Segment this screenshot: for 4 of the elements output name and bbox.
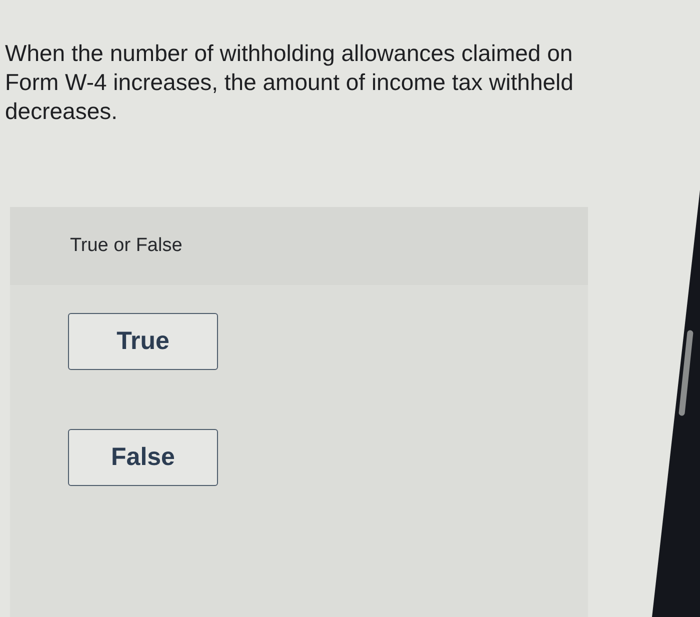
answer-option-button[interactable]: False: [68, 429, 218, 486]
question-text: When the number of withholding allowances claimed on Form W-4 increases, the amount of income tax withheld decreases.: [5, 39, 574, 126]
answer-option-button[interactable]: True: [68, 313, 218, 370]
prompt-text: True or False: [70, 235, 182, 257]
